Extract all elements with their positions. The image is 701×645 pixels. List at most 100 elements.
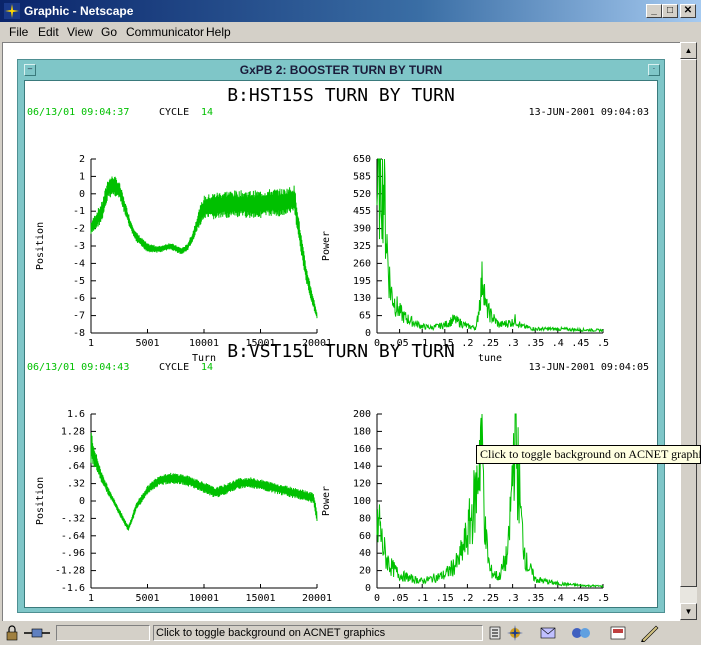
y-tick-label: 80 xyxy=(359,513,371,524)
discussion-groups-icon[interactable] xyxy=(570,625,592,641)
vertical-scrollbar[interactable]: ▲ ▼ xyxy=(680,42,697,620)
menu-bar: File Edit View Go Communicator Help xyxy=(0,22,701,42)
browser-content: GxPB 2: BOOSTER TURN BY TURN – · B:HST15… xyxy=(2,42,680,621)
y-tick-label: 650 xyxy=(353,154,371,165)
graphic-canvas[interactable]: B:HST15S TURN BY TURN 06/13/01 09:04:37 … xyxy=(24,80,658,608)
y-tick-label: -8 xyxy=(73,328,85,339)
x-tick-label: .4 xyxy=(552,593,564,604)
menu-communicator[interactable]: Communicator xyxy=(126,25,204,39)
cycle-value: 14 xyxy=(201,107,213,118)
y-tick-label: 0 xyxy=(79,189,85,200)
x-tick-label: .1 xyxy=(416,593,428,604)
menu-edit[interactable]: Edit xyxy=(38,25,59,39)
y-tick-label: 20 xyxy=(359,566,371,577)
x-tick-label: 0 xyxy=(374,593,380,604)
minimize-button[interactable]: _ xyxy=(646,4,662,18)
menu-view[interactable]: View xyxy=(67,25,93,39)
series-line xyxy=(90,176,318,319)
tasks-icon[interactable] xyxy=(488,625,502,641)
y-tick-label: -2 xyxy=(73,224,85,235)
x-tick-label: .1 xyxy=(416,338,428,349)
window-titlebar: Graphic - Netscape _ □ ✕ xyxy=(0,0,701,22)
maximize-icon: □ xyxy=(666,5,674,16)
y-axis-label: Position xyxy=(35,477,46,525)
frame-resize-button[interactable]: · xyxy=(648,64,660,76)
progress-field xyxy=(56,625,150,641)
x-tick-label: .5 xyxy=(597,593,609,604)
y-tick-label: 1.28 xyxy=(61,426,85,437)
x-tick-label: 10001 xyxy=(189,593,219,604)
y-tick-label: 0 xyxy=(365,583,371,594)
y-tick-label: 585 xyxy=(353,171,371,182)
x-tick-label: .25 xyxy=(481,338,499,349)
y-tick-label: 120 xyxy=(353,479,371,490)
close-icon: ✕ xyxy=(683,5,693,16)
navigator-icon[interactable] xyxy=(506,624,524,642)
x-tick-label: .2 xyxy=(461,593,473,604)
y-tick-label: 260 xyxy=(353,258,371,269)
y-tick-label: -.64 xyxy=(61,531,85,542)
x-tick-label: .05 xyxy=(391,338,409,349)
x-tick-label: 20001 xyxy=(302,593,332,604)
y-tick-label: -.96 xyxy=(61,548,85,559)
lock-icon[interactable] xyxy=(4,625,20,641)
x-tick-label: .4 xyxy=(552,338,564,349)
x-tick-label: 5001 xyxy=(135,338,159,349)
graphic-frame: GxPB 2: BOOSTER TURN BY TURN – · B:HST15… xyxy=(17,59,665,613)
x-tick-label: .3 xyxy=(507,338,519,349)
x-tick-label: 5001 xyxy=(135,593,159,604)
series-line xyxy=(376,158,604,333)
y-tick-label: -1.6 xyxy=(61,583,85,594)
x-tick-label: .15 xyxy=(436,593,454,604)
scroll-down-button[interactable]: ▼ xyxy=(680,603,697,620)
x-tick-label: .35 xyxy=(526,593,544,604)
y-tick-label: 60 xyxy=(359,531,371,542)
frame-menu-button[interactable]: – xyxy=(24,64,36,76)
maximize-button[interactable]: □ xyxy=(662,4,678,18)
series-line xyxy=(90,432,318,531)
y-tick-label: .32 xyxy=(67,479,85,490)
y-tick-label: 325 xyxy=(353,241,371,252)
cycle-label: CYCLE xyxy=(159,362,189,373)
status-text: Click to toggle background on ACNET grap… xyxy=(153,625,483,641)
y-tick-label: 1.6 xyxy=(67,409,85,420)
y-tick-label: 195 xyxy=(353,276,371,287)
y-tick-label: 100 xyxy=(353,496,371,507)
y-tick-label: 40 xyxy=(359,548,371,559)
close-button[interactable]: ✕ xyxy=(680,4,696,18)
y-axis-label: Power xyxy=(321,486,332,516)
x-axis-label: Turn xyxy=(192,353,216,364)
y-tick-label: .64 xyxy=(67,461,85,472)
x-tick-label: 15001 xyxy=(245,338,275,349)
panel-date-left: 06/13/01 09:04:37 xyxy=(27,107,129,118)
y-tick-label: -5 xyxy=(73,276,85,287)
panel-date-right: 13-JUN-2001 09:04:03 xyxy=(529,107,649,118)
menu-go[interactable]: Go xyxy=(101,25,117,39)
x-tick-label: 20001 xyxy=(302,338,332,349)
y-tick-label: 2 xyxy=(79,154,85,165)
y-tick-label: -7 xyxy=(73,311,85,322)
x-tick-label: 1 xyxy=(88,593,94,604)
menu-file[interactable]: File xyxy=(9,25,28,39)
composer-icon[interactable] xyxy=(610,625,628,641)
pen-icon[interactable] xyxy=(640,624,660,642)
panel-date-right: 13-JUN-2001 09:04:05 xyxy=(529,362,649,373)
acnet-plot-area[interactable]: B:HST15S TURN BY TURN 06/13/01 09:04:37 … xyxy=(25,81,657,607)
x-tick-label: .35 xyxy=(526,338,544,349)
x-tick-label: .15 xyxy=(436,338,454,349)
y-axis-label: Position xyxy=(35,222,46,270)
arrow-up-icon: ▲ xyxy=(684,46,693,55)
y-tick-label: 200 xyxy=(353,409,371,420)
window-title: Graphic - Netscape xyxy=(24,4,134,18)
menu-help[interactable]: Help xyxy=(206,25,231,39)
y-tick-label: -.32 xyxy=(61,513,85,524)
y-tick-label: 1 xyxy=(79,171,85,182)
scroll-up-button[interactable]: ▲ xyxy=(680,42,697,59)
x-axis-label: tune xyxy=(478,353,502,364)
x-tick-label: .3 xyxy=(507,593,519,604)
scroll-thumb[interactable] xyxy=(680,59,697,587)
mailbox-icon[interactable] xyxy=(540,625,558,641)
y-tick-label: 65 xyxy=(359,311,371,322)
series-line xyxy=(376,413,604,588)
y-tick-label: 140 xyxy=(353,461,371,472)
